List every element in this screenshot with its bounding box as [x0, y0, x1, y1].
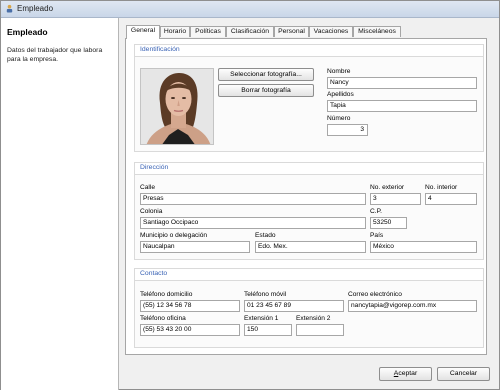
tel-movil-label: Teléfono móvil: [244, 291, 287, 298]
delete-photo-button[interactable]: Borrar fotografía: [218, 84, 314, 97]
contacto-title: Contacto: [140, 270, 168, 277]
app-employee-icon: [6, 4, 13, 13]
extension1-field[interactable]: 150: [244, 324, 292, 336]
sidebar-heading: Empleado: [7, 27, 48, 37]
window-title: Empleado: [17, 4, 54, 13]
nombre-label: Nombre: [327, 68, 351, 75]
title-bar: Empleado: [1, 1, 499, 18]
no-interior-label: No. interior: [425, 184, 458, 191]
tab-general[interactable]: General: [126, 25, 160, 39]
tel-oficina-field[interactable]: (55) 53 43 20 00: [140, 324, 240, 336]
cp-label: C.P.: [370, 208, 382, 215]
colonia-field[interactable]: Santiago Occipaco: [140, 217, 366, 229]
tab-personal[interactable]: Personal: [274, 26, 309, 37]
email-label: Correo electrónico: [348, 291, 402, 298]
tab-vacaciones[interactable]: Vacaciones: [309, 26, 353, 37]
tel-oficina-label: Teléfono oficina: [140, 315, 186, 322]
employee-dialog: Empleado Empleado Datos del trabajador q…: [0, 0, 500, 390]
tel-domicilio-label: Teléfono domicilio: [140, 291, 193, 298]
nombre-field[interactable]: Nancy: [327, 77, 477, 89]
pais-field[interactable]: México: [370, 241, 477, 253]
sidebar-pane: Empleado Datos del trabajador que labora…: [1, 18, 119, 390]
apellidos-field[interactable]: Tapia: [327, 100, 477, 112]
tab-horario[interactable]: Horario: [160, 26, 190, 37]
tel-domicilio-field[interactable]: (55) 12 34 56 78: [140, 300, 240, 312]
calle-field[interactable]: Presas: [140, 193, 366, 205]
no-exterior-field[interactable]: 3: [370, 193, 421, 205]
colonia-label: Colonia: [140, 208, 163, 215]
extension2-label: Extensión 2: [296, 315, 331, 322]
no-interior-field[interactable]: 4: [425, 193, 477, 205]
numero-label: Número: [327, 115, 351, 122]
numero-field[interactable]: 3: [327, 124, 368, 136]
estado-field[interactable]: Edo. Mex.: [255, 241, 366, 253]
calle-label: Calle: [140, 184, 156, 191]
extension1-label: Extensión 1: [244, 315, 279, 322]
direccion-title: Dirección: [140, 164, 169, 171]
no-exterior-label: No. exterior: [370, 184, 405, 191]
sidebar-description: Datos del trabajador que labora para la …: [7, 47, 103, 63]
accept-label: ceptar: [398, 370, 418, 377]
municipio-label: Municipio o delegación: [140, 232, 208, 239]
email-field[interactable]: nancytapia@vigorep.com.mx: [348, 300, 477, 312]
tel-movil-field[interactable]: 01 23 45 67 89: [244, 300, 344, 312]
cancel-button[interactable]: Cancelar: [437, 367, 490, 381]
municipio-field[interactable]: Naucalpan: [140, 241, 250, 253]
pais-label: País: [370, 232, 384, 239]
tab-politicas[interactable]: Políticas: [190, 26, 226, 37]
accept-button[interactable]: Aceptar: [379, 367, 432, 381]
tab-miscelaneos[interactable]: Misceláneos: [353, 26, 401, 37]
identificacion-title: Identificación: [140, 46, 180, 53]
portrait-image: [141, 69, 213, 144]
tab-clasificacion[interactable]: Clasificación: [226, 26, 274, 37]
select-photo-button[interactable]: Seleccionar fotografía...: [218, 68, 314, 81]
cp-field[interactable]: 53250: [370, 217, 407, 229]
estado-label: Estado: [255, 232, 276, 239]
employee-photo: [140, 68, 214, 145]
extension2-field[interactable]: [296, 324, 344, 336]
apellidos-label: Apellidos: [327, 91, 354, 98]
